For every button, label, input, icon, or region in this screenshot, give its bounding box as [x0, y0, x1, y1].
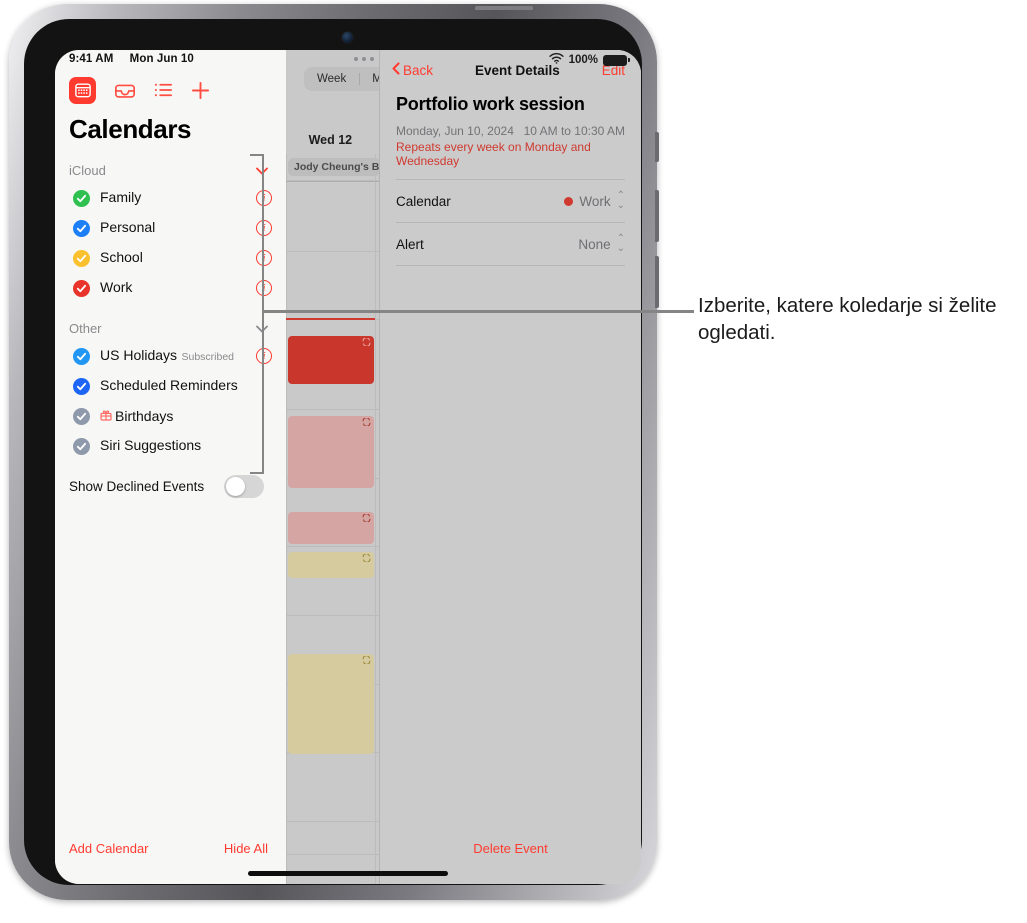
- device-screen: Week Month Year Search: [55, 50, 641, 884]
- calendar-name: US Holidays: [100, 347, 178, 363]
- event-block[interactable]: [288, 512, 374, 544]
- screenshot-root: Week Month Year Search: [0, 0, 1027, 923]
- row-calendar-label: Calendar: [396, 193, 451, 209]
- device-bezel: Week Month Year Search: [24, 19, 642, 885]
- calendar-subtitle: Subscribed: [181, 351, 235, 363]
- row-calendar[interactable]: Calendar Work ⌃ ⌄: [380, 180, 641, 222]
- checkbox-checked-icon[interactable]: [73, 347, 90, 365]
- all-day-event-chip[interactable]: Jody Cheung's Bi...: [288, 158, 380, 176]
- callout-leader-line: [262, 310, 694, 313]
- checkbox-checked-icon[interactable]: [73, 189, 90, 207]
- calendar-name: Birthdays: [115, 407, 174, 424]
- checkbox-checked-icon[interactable]: [73, 219, 90, 237]
- calendar-app: Week Month Year Search: [55, 50, 641, 884]
- list-bullet-icon[interactable]: [154, 82, 173, 98]
- row-alert-value-text: None: [578, 236, 611, 252]
- calendar-name: Work: [100, 279, 133, 295]
- row-calendar-value[interactable]: Work ⌃ ⌄: [564, 191, 625, 211]
- repeat-icon: [362, 418, 371, 426]
- window-controls-handle[interactable]: [354, 57, 374, 61]
- up-down-chevron-icon[interactable]: ⌃ ⌄: [617, 191, 625, 211]
- back-button[interactable]: Back: [392, 62, 433, 78]
- front-camera-icon: [342, 32, 353, 43]
- event-block[interactable]: [288, 552, 374, 578]
- callout-text: Izberite, katere koledarje si želite ogl…: [698, 294, 997, 345]
- calendar-name: Scheduled Reminders: [100, 377, 238, 393]
- event-date: Monday, Jun 10, 2024: [396, 124, 514, 138]
- day-header-wed[interactable]: Wed 12: [286, 133, 375, 147]
- hide-all-button[interactable]: Hide All: [224, 841, 268, 856]
- checkbox-checked-icon[interactable]: [73, 249, 90, 267]
- device-volume-down-button: [655, 256, 659, 308]
- segment-week[interactable]: Week: [304, 69, 359, 89]
- gift-icon: [100, 409, 112, 424]
- event-when: Monday, Jun 10, 2024 10 AM to 10:30 AM: [380, 115, 641, 138]
- calendar-name: School: [100, 249, 143, 265]
- ipad-device-frame: Week Month Year Search: [9, 4, 659, 900]
- repeat-icon: [362, 554, 371, 562]
- page-title: Calendars: [69, 114, 192, 144]
- all-day-event-label: Jody Cheung's Bi...: [294, 161, 380, 173]
- event-title: Portfolio work session: [396, 94, 585, 114]
- sidebar-footer: Add Calendar Hide All: [55, 841, 286, 884]
- group-label-other: Other: [69, 321, 102, 336]
- chevron-left-icon: [392, 62, 400, 78]
- repeat-icon: [362, 656, 371, 664]
- checkbox-checked-icon[interactable]: [73, 407, 90, 425]
- device-volume-up-button: [655, 190, 659, 242]
- show-declined-events-toggle[interactable]: [224, 475, 264, 498]
- repeat-icon: [362, 338, 371, 346]
- home-indicator[interactable]: [248, 871, 448, 876]
- event-details-panel: Back Event Details Edit Portfolio work s…: [379, 50, 641, 884]
- row-alert-label: Alert: [396, 236, 424, 252]
- event-details-navbar: Back Event Details Edit: [380, 50, 641, 88]
- calendar-name: Personal: [100, 219, 156, 235]
- panel-title: Event Details: [474, 62, 560, 78]
- checkbox-checked-icon[interactable]: [73, 377, 90, 395]
- edit-button[interactable]: Edit: [602, 63, 625, 78]
- divider: [396, 265, 625, 266]
- group-label-icloud: iCloud: [69, 163, 106, 178]
- checkbox-checked-icon[interactable]: [73, 279, 90, 297]
- row-alert-value[interactable]: None ⌃ ⌄: [578, 234, 625, 254]
- sidebar-toolbar: [55, 50, 286, 108]
- event-block[interactable]: [288, 416, 374, 488]
- calendar-name: Siri Suggestions: [100, 437, 202, 453]
- event-block[interactable]: [288, 654, 374, 754]
- event-block[interactable]: [288, 336, 374, 384]
- device-power-button: [655, 132, 659, 162]
- show-declined-events-label: Show Declined Events: [69, 479, 205, 494]
- event-repeat-rule: Repeats every week on Monday and Wednesd…: [396, 140, 591, 168]
- current-time-line: [286, 318, 375, 320]
- checkbox-checked-icon[interactable]: [73, 437, 90, 455]
- event-time: 10 AM to 10:30 AM: [523, 124, 625, 138]
- row-calendar-value-text: Work: [579, 193, 611, 209]
- callout-bracket: [250, 154, 264, 474]
- delete-event-button[interactable]: Delete Event: [380, 841, 641, 884]
- up-down-chevron-icon[interactable]: ⌃ ⌄: [617, 234, 625, 254]
- calendar-icon[interactable]: [69, 76, 96, 104]
- plus-icon[interactable]: [191, 81, 210, 100]
- repeat-icon: [362, 514, 371, 522]
- inbox-tray-icon[interactable]: [114, 81, 136, 100]
- row-alert[interactable]: Alert None ⌃ ⌄: [380, 223, 641, 265]
- back-label: Back: [403, 62, 434, 78]
- calendar-color-dot: [564, 196, 574, 206]
- add-calendar-button[interactable]: Add Calendar: [69, 841, 149, 856]
- calendar-name: Family: [100, 189, 142, 205]
- device-top-button: [475, 6, 533, 10]
